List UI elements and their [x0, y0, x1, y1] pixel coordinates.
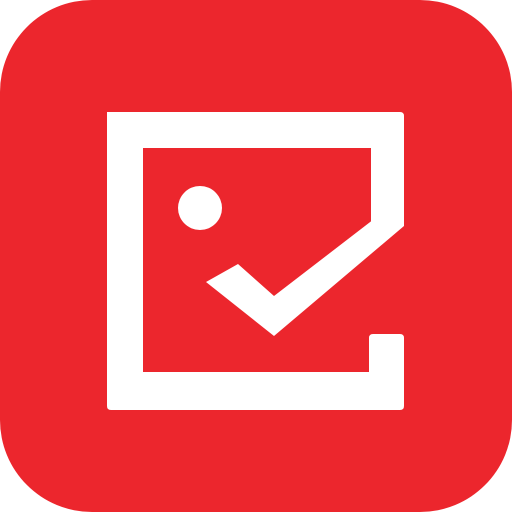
- photo-check-icon: [0, 0, 512, 512]
- app-icon[interactable]: [0, 0, 512, 512]
- app-icon-background: [0, 0, 512, 512]
- sun-dot-icon: [178, 186, 222, 230]
